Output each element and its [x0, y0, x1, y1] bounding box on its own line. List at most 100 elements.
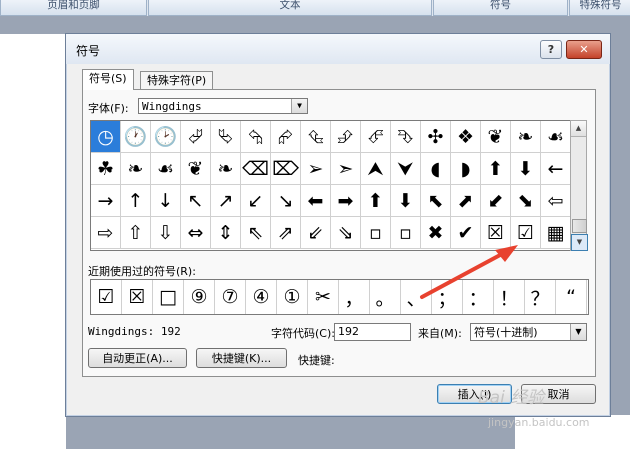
symbol-cell[interactable]: ⬆ [361, 185, 391, 217]
ribbon-tab-header-footer[interactable]: 页眉和页脚 [0, 0, 147, 16]
symbol-cell[interactable]: ⮵ [331, 121, 361, 153]
symbol-cell[interactable]: ↓ [151, 185, 181, 217]
symbol-cell[interactable]: ⇧ [121, 217, 151, 249]
recent-symbol-cell[interactable]: □ [153, 280, 184, 314]
scroll-up-icon[interactable]: ▲ [571, 121, 586, 137]
symbol-cell[interactable]: ⬊ [511, 185, 541, 217]
symbol-cell[interactable]: ❖ [451, 121, 481, 153]
symbol-cell[interactable]: ↑ [121, 185, 151, 217]
shortcut-key-button[interactable]: 快捷键(K)... [196, 348, 287, 368]
recent-symbol-cell[interactable]: ⑦ [215, 280, 246, 314]
symbol-cell[interactable]: ⇖ [241, 217, 271, 249]
symbol-cell[interactable]: ☘ [91, 153, 121, 185]
symbol-cell[interactable]: ❧ [511, 121, 541, 153]
symbol-cell[interactable]: ⇔ [181, 217, 211, 249]
chevron-down-icon[interactable]: ▼ [291, 99, 307, 113]
from-select[interactable]: 符号(十进制) ▼ [470, 323, 587, 341]
recent-symbol-cell[interactable]: ☒ [122, 280, 153, 314]
recent-symbol-cell[interactable]: 。 [370, 280, 401, 314]
symbol-cell[interactable]: ↙ [241, 185, 271, 217]
symbol-cell[interactable]: ⮷ [391, 121, 421, 153]
ribbon-tab-special-symbol[interactable]: 特殊符号 [569, 0, 630, 16]
recent-symbol-cell[interactable]: ： [463, 280, 494, 314]
symbol-cell[interactable]: ⮱ [211, 121, 241, 153]
symbol-cell[interactable]: ⬉ [421, 185, 451, 217]
recent-symbol-cell[interactable]: ， [339, 280, 370, 314]
symbol-cell[interactable]: ⮟ [391, 153, 421, 185]
symbol-cell[interactable]: ⇗ [271, 217, 301, 249]
symbol-cell[interactable]: ◗ [451, 153, 481, 185]
symbol-cell[interactable]: ⬅ [301, 185, 331, 217]
symbol-cell[interactable]: ⇦ [541, 185, 571, 217]
recent-symbol-cell[interactable]: ！ [494, 280, 525, 314]
scroll-down-icon[interactable]: ▼ [571, 234, 588, 251]
recent-symbol-cell[interactable]: ⑨ [184, 280, 215, 314]
symbol-cell[interactable]: ⬋ [481, 185, 511, 217]
autocorrect-button[interactable]: 自动更正(A)... [88, 348, 187, 368]
charcode-input[interactable]: 192 [334, 323, 411, 341]
symbol-cell[interactable]: ✖ [421, 217, 451, 249]
recent-symbol-cell[interactable]: ☑ [91, 280, 122, 314]
symbol-cell[interactable]: ⮲ [241, 121, 271, 153]
recent-symbol-cell[interactable]: ？ [525, 280, 556, 314]
symbol-cell[interactable]: ⇨ [91, 217, 121, 249]
symbol-cell[interactable]: ⬇ [391, 185, 421, 217]
recent-symbol-cell[interactable]: “ [556, 280, 587, 314]
symbol-cell[interactable]: ☑ [511, 217, 541, 249]
symbol-cell[interactable]: ⇩ [151, 217, 181, 249]
recent-symbols-list[interactable]: ☑ ☒ □ ⑨ ⑦ ④ ① ✂，。、；：！？ “ [90, 279, 589, 315]
tab-symbols[interactable]: 符号(S) [82, 69, 134, 90]
symbol-cell[interactable]: ☙ [541, 121, 571, 153]
symbol-cell[interactable]: ▫ [391, 217, 421, 249]
symbol-cell[interactable]: ← [541, 153, 571, 185]
help-button[interactable]: ? [540, 40, 562, 59]
symbol-cell[interactable]: ⬈ [451, 185, 481, 217]
symbol-cell[interactable]: ⌦ [271, 153, 301, 185]
symbol-cell[interactable]: ➣ [331, 153, 361, 185]
symbol-cell[interactable]: ✔ [451, 217, 481, 249]
symbol-cell[interactable]: ⇕ [211, 217, 241, 249]
symbol-grid-scrollbar[interactable]: ▲ ▼ [570, 120, 588, 251]
symbol-cell[interactable]: ↖ [181, 185, 211, 217]
symbol-cell[interactable]: ❧ [121, 153, 151, 185]
symbol-cell[interactable]: ▫ [361, 217, 391, 249]
chevron-down-icon[interactable]: ▼ [570, 324, 586, 340]
symbol-cell[interactable]: ◖ [421, 153, 451, 185]
symbol-cell[interactable]: ⮝ [361, 153, 391, 185]
symbol-cell[interactable]: ⬇ [511, 153, 541, 185]
symbol-cell[interactable]: ☒ [481, 217, 511, 249]
symbol-cell[interactable]: ⮳ [271, 121, 301, 153]
recent-symbol-cell[interactable]: 、 [401, 280, 432, 314]
dialog-titlebar[interactable]: 符号 ? ✕ [66, 34, 610, 64]
symbol-cell[interactable]: ◷ [91, 121, 121, 153]
symbol-cell[interactable]: ❧ [211, 153, 241, 185]
recent-symbol-cell[interactable]: ④ [246, 280, 277, 314]
symbol-cell[interactable]: ⮶ [361, 121, 391, 153]
font-select[interactable]: Wingdings ▼ [138, 98, 308, 114]
symbol-cell[interactable]: ➡ [331, 185, 361, 217]
symbol-cell[interactable]: ⌫ [241, 153, 271, 185]
symbol-cell[interactable]: ⮴ [301, 121, 331, 153]
recent-symbol-cell[interactable]: ； [432, 280, 463, 314]
symbol-cell[interactable]: ➢ [301, 153, 331, 185]
symbol-grid[interactable]: ◷ 🕐 🕑 ⮰ ⮱ ⮲ ⮳ ⮴ ⮵ ⮶ ⮷ ✣ ❖ ❦ ❧ ☙ ☘ ❧ ☙ ❦ ❧ ⌫ ⌦ ➢ ➣ ⮝ ⮟ ◖ ◗ ⬆ ⬇ ← → ↑ ↓ ↖ ↗ ↙ ↘ ⬅… [90, 120, 572, 251]
symbol-cell[interactable]: ↘ [271, 185, 301, 217]
symbol-cell[interactable]: 🕑 [151, 121, 181, 153]
symbol-cell[interactable]: ⮰ [181, 121, 211, 153]
symbol-cell[interactable]: → [91, 185, 121, 217]
symbol-cell[interactable]: ☙ [151, 153, 181, 185]
symbol-cell[interactable]: ▦ [541, 217, 571, 249]
symbol-cell[interactable]: ⇘ [331, 217, 361, 249]
symbol-cell[interactable]: ❦ [481, 121, 511, 153]
symbol-cell[interactable]: ✣ [421, 121, 451, 153]
scroll-thumb[interactable] [572, 219, 587, 233]
ribbon-tab-symbol[interactable]: 符号 [433, 0, 568, 16]
ribbon-tab-text[interactable]: 文本 [148, 0, 432, 16]
recent-symbol-cell[interactable]: ① [277, 280, 308, 314]
close-button[interactable]: ✕ [566, 40, 602, 59]
symbol-cell[interactable]: ↗ [211, 185, 241, 217]
symbol-cell[interactable]: ⇙ [301, 217, 331, 249]
recent-symbol-cell[interactable]: ✂ [308, 280, 339, 314]
tab-special-characters[interactable]: 特殊字符(P) [140, 71, 214, 90]
symbol-cell[interactable]: ⬆ [481, 153, 511, 185]
